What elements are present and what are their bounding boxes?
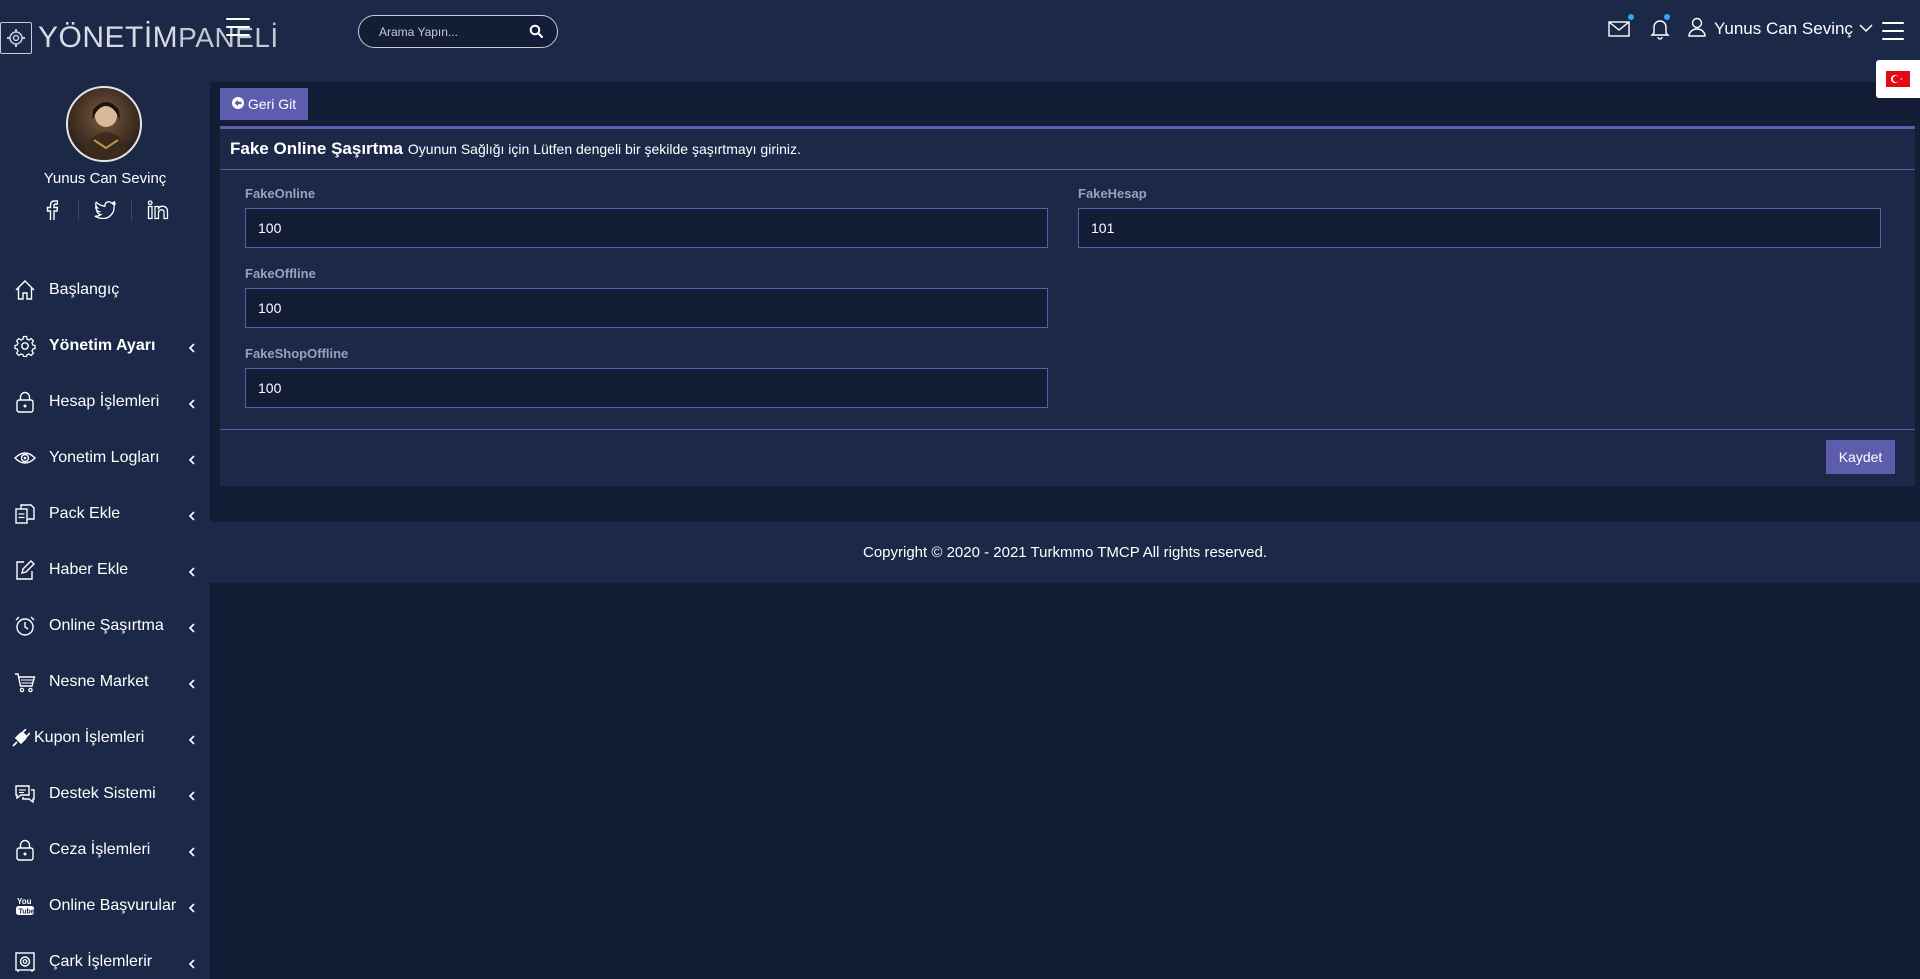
lock-icon: [14, 391, 36, 413]
mail-notification-dot: [1628, 14, 1634, 20]
gear-icon: [0, 22, 32, 54]
menu-icon[interactable]: [1882, 22, 1904, 42]
fake-offline-label: FakeOffline: [245, 266, 316, 281]
fake-online-input[interactable]: [245, 208, 1048, 248]
linkedin-icon[interactable]: [132, 200, 184, 220]
social-links: [0, 200, 210, 220]
chevron-left-icon: [188, 900, 196, 913]
eye-icon: [14, 447, 36, 469]
bell-icon[interactable]: [1650, 14, 1674, 40]
youtube-icon: You Tube: [14, 895, 36, 917]
fake-shop-offline-input[interactable]: [245, 368, 1048, 408]
sidebar-item-destek-sistemi[interactable]: Destek Sistemi: [0, 766, 210, 822]
bell-notification-dot: [1664, 14, 1670, 20]
back-button-label: Geri Git: [247, 96, 297, 112]
arrow-circle-left-icon: [231, 96, 244, 112]
search-input[interactable]: [379, 22, 519, 42]
chevron-left-icon: [188, 396, 196, 409]
chevron-left-icon: [188, 788, 196, 801]
sidebar-item-label: Hesap İşlemleri: [49, 393, 160, 410]
cart-icon: [14, 671, 36, 693]
chevron-down-icon: [1859, 20, 1873, 38]
gear-icon: [14, 335, 36, 357]
sidebar-toggle-icon[interactable]: [226, 18, 250, 38]
mail-icon[interactable]: [1608, 14, 1634, 40]
language-flag-icon[interactable]: [1876, 60, 1920, 98]
chat-icon: [14, 783, 36, 805]
chevron-left-icon: [188, 676, 196, 689]
files-icon: [14, 503, 36, 525]
sidebar-item-kupon-islemleri[interactable]: Kupon İşlemleri: [0, 710, 210, 766]
card-divider: [220, 429, 1915, 430]
home-icon: [14, 279, 36, 301]
sidebar-item-label: Online Başvurular: [49, 897, 177, 914]
sidebar-item-haber-ekle[interactable]: Haber Ekle: [0, 542, 210, 598]
sidebar: Yunus Can Sevinç Başlangıç Yönetim Ayarı…: [0, 82, 210, 979]
sidebar-item-label: Çark İşlemlerir: [49, 953, 153, 970]
sidebar-item-label: Yönetim Ayarı: [49, 337, 156, 354]
plug-icon: [12, 727, 30, 749]
back-button[interactable]: Geri Git: [220, 88, 308, 120]
profile-name: Yunus Can Sevinç: [43, 170, 167, 187]
copyright-text: Copyright © 2020 - 2021 Turkmmo TMCP All…: [863, 544, 1267, 561]
sidebar-item-online-sasirtma[interactable]: Online Şaşırtma: [0, 598, 210, 654]
sidebar-item-cark-islemlerir[interactable]: Çark İşlemlerir: [0, 934, 210, 979]
chevron-left-icon: [188, 956, 196, 969]
sidebar-menu: Başlangıç Yönetim Ayarı Hesap İşlemleri …: [0, 262, 210, 979]
edit-icon: [14, 559, 36, 581]
chevron-left-icon: [188, 508, 196, 521]
chevron-left-icon: [188, 620, 196, 633]
card-subtitle: Oyunun Sağlığı için Lütfen dengeli bir ş…: [407, 141, 801, 157]
save-button[interactable]: Kaydet: [1826, 440, 1895, 474]
sidebar-item-label: Kupon İşlemleri: [34, 729, 145, 746]
fake-offline-input[interactable]: [245, 288, 1048, 328]
sidebar-item-hesap-islemleri[interactable]: Hesap İşlemleri: [0, 374, 210, 430]
fake-online-label: FakeOnline: [245, 186, 316, 201]
fake-hesap-input[interactable]: [1078, 208, 1881, 248]
sidebar-item-label: Online Şaşırtma: [49, 617, 164, 634]
card-header: Fake Online Şaşırtma Oyunun Sağlığı için…: [220, 129, 1915, 170]
fake-online-card: Fake Online Şaşırtma Oyunun Sağlığı için…: [220, 126, 1915, 486]
lock-icon: [14, 839, 36, 861]
sidebar-item-yonetim-loglari[interactable]: Yonetim Logları: [0, 430, 210, 486]
sidebar-item-online-basvurular[interactable]: You Tube Online Başvurular: [0, 878, 210, 934]
user-menu[interactable]: Yunus Can Sevinç: [1688, 16, 1873, 42]
fake-shop-offline-label: FakeShopOffline: [245, 346, 349, 361]
facebook-icon[interactable]: [26, 200, 78, 220]
user-icon: [1688, 17, 1706, 42]
chevron-left-icon: [188, 452, 196, 465]
chevron-left-icon: [188, 844, 196, 857]
user-name: Yunus Can Sevinç: [1714, 19, 1853, 38]
chevron-left-icon: [188, 564, 196, 577]
sidebar-item-label: Başlangıç: [49, 281, 120, 298]
sidebar-item-label: Pack Ekle: [49, 505, 121, 522]
sidebar-item-label: Yonetim Logları: [49, 449, 160, 466]
search-icon[interactable]: [529, 24, 545, 40]
chevron-left-icon: [188, 732, 196, 745]
sidebar-item-baslangic[interactable]: Başlangıç: [0, 262, 210, 318]
sidebar-item-pack-ekle[interactable]: Pack Ekle: [0, 486, 210, 542]
sidebar-item-label: Ceza İşlemleri: [49, 841, 151, 858]
top-header: YÖNETİM PANELİ Arama Yapın... Yunus Can …: [0, 0, 1920, 82]
card-title: Fake Online Şaşırtma: [230, 139, 403, 158]
sidebar-item-label: Destek Sistemi: [49, 785, 156, 802]
alarm-clock-icon: [14, 615, 36, 637]
avatar[interactable]: [66, 86, 142, 162]
svg-text:Tube: Tube: [19, 908, 35, 915]
fake-hesap-label: FakeHesap: [1078, 186, 1147, 201]
svg-text:You: You: [17, 897, 32, 906]
sidebar-item-yonetim-ayari[interactable]: Yönetim Ayarı: [0, 318, 210, 374]
sidebar-item-label: Haber Ekle: [49, 561, 129, 578]
twitter-icon[interactable]: [79, 201, 131, 219]
safe-icon: [14, 951, 36, 973]
chevron-left-icon: [188, 340, 196, 353]
footer: Copyright © 2020 - 2021 Turkmmo TMCP All…: [210, 522, 1920, 583]
sidebar-item-label: Nesne Market: [49, 673, 149, 690]
logo-text-bold: YÖNETİM: [38, 21, 179, 54]
sidebar-item-nesne-market[interactable]: Nesne Market: [0, 654, 210, 710]
search-box: [358, 15, 558, 48]
sidebar-item-ceza-islemleri[interactable]: Ceza İşlemleri: [0, 822, 210, 878]
